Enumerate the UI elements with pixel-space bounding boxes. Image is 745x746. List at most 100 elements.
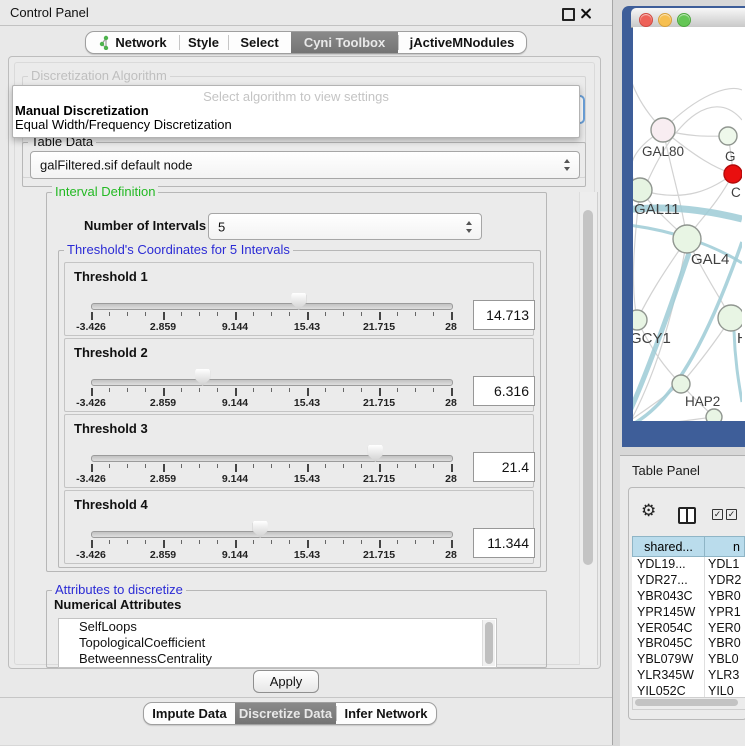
popup-option-manual-discretization[interactable]: Manual Discretization [15, 103, 149, 118]
node-gal4[interactable] [673, 225, 701, 253]
node-top-right[interactable] [719, 127, 737, 145]
tab-discretize-data[interactable]: Discretize Data [235, 703, 336, 724]
zoom-light[interactable] [677, 13, 691, 27]
number-of-intervals-combobox[interactable]: 5 [208, 213, 482, 240]
table-data-combobox[interactable]: galFiltered.sif default node [30, 151, 580, 179]
combo-stepper-icon [466, 221, 473, 233]
slider-track[interactable] [91, 455, 453, 462]
checkbox-icon[interactable]: ✓ [726, 509, 737, 520]
tick-label: -3.426 [76, 549, 106, 561]
node-right-h[interactable] [718, 305, 742, 331]
tab-label: Infer Network [344, 706, 427, 721]
slider-tick-labels: -3.4262.8599.14415.4321.71528 [91, 549, 451, 561]
tick-label: 15.43 [294, 397, 320, 409]
table-cell: YBR043C [632, 589, 705, 605]
threshold-panel-1: Threshold 1-3.4262.8599.14415.4321.71528… [64, 262, 534, 336]
network-canvas[interactable]: GAL80GCGAL11GAL4GCY1HHAP2 [633, 27, 745, 421]
split-columns-icon[interactable] [678, 507, 696, 524]
control-panel-window: Control Panel Network Style Select Cyni Too… [0, 0, 613, 745]
tick-label: 9.144 [222, 397, 248, 409]
table-row[interactable]: YBL079WYBL0 [632, 652, 745, 668]
table-row[interactable]: YBR043CYBR0 [632, 589, 745, 605]
network-window-titlebar[interactable] [631, 8, 745, 28]
node-label-hap2: HAP2 [685, 394, 720, 409]
node-selected-red[interactable] [724, 165, 742, 183]
column-header-name[interactable]: n [705, 536, 745, 557]
tab-cyni-toolbox[interactable]: Cyni Toolbox [291, 32, 398, 53]
table-scrollbar-thumb[interactable] [635, 699, 738, 706]
slider-track[interactable] [91, 303, 453, 310]
threshold-panel-2: Threshold 2-3.4262.8599.14415.4321.71528… [64, 338, 534, 412]
node-attribute-table: shared...n YDL19...YDL1YDR27...YDR2YBR04… [632, 536, 745, 697]
gear-icon[interactable]: ⚙ [641, 501, 656, 521]
table-cell: YLR3 [705, 668, 745, 684]
interval-definition-label: Interval Definition [52, 185, 158, 198]
tab-impute-data[interactable]: Impute Data [144, 703, 235, 724]
network-edge [663, 88, 742, 130]
bottom-tab-bar: Impute DataDiscretize Data Infer Network [143, 702, 437, 725]
table-row[interactable]: YIL052CYIL0 [632, 684, 745, 697]
list-scrollbar[interactable] [482, 620, 495, 666]
tab-select[interactable]: Select [228, 32, 291, 53]
tick-label: 9.144 [222, 321, 248, 333]
column-header-shared-name[interactable]: shared... [632, 536, 705, 557]
tab-network[interactable]: Network [86, 32, 179, 53]
table-row[interactable]: YDR27...YDR2 [632, 573, 745, 589]
panel-scrollbar-thumb[interactable] [583, 210, 593, 565]
minimize-light[interactable] [658, 13, 672, 27]
tab-label: jActiveMNodules [410, 35, 515, 50]
tab-style[interactable]: Style [179, 32, 228, 53]
tick-label: 15.43 [294, 321, 320, 333]
tick-label: 28 [445, 397, 457, 409]
tab-jactivemnodules[interactable]: jActiveMNodules [398, 32, 526, 53]
node-gal11[interactable] [633, 178, 652, 202]
tab-infer-network[interactable]: Infer Network [336, 703, 436, 724]
slider-track[interactable] [91, 531, 453, 538]
list-scrollbar-thumb[interactable] [485, 622, 493, 664]
close-icon[interactable] [581, 8, 592, 19]
slider-tick-labels: -3.4262.8599.14415.4321.71528 [91, 473, 451, 485]
table-row[interactable]: YLR345WYLR3 [632, 668, 745, 684]
attribute-list-item[interactable]: SelfLoops [59, 619, 496, 635]
tick-label: 2.859 [150, 397, 176, 409]
table-cell: YER054C [632, 621, 705, 637]
tick-label: 2.859 [150, 321, 176, 333]
window-title: Control Panel [10, 5, 89, 20]
popup-option-equal-width-frequency[interactable]: Equal Width/Frequency Discretization [15, 117, 232, 132]
table-row[interactable]: YER054CYER0 [632, 621, 745, 637]
table-cell: YBL079W [632, 652, 705, 668]
attribute-list-item[interactable]: BetweennessCentrality [59, 651, 496, 667]
node-bottom[interactable] [706, 409, 722, 421]
apply-button[interactable]: Apply [253, 670, 319, 693]
threshold-value-field[interactable]: 21.4 [473, 452, 535, 482]
network-edge [640, 174, 733, 195]
network-graph: GAL80GCGAL11GAL4GCY1HHAP2 [633, 27, 742, 421]
attribute-list-item[interactable]: TopologicalCoefficient [59, 635, 496, 651]
slider-track[interactable] [91, 379, 453, 386]
node-hap2[interactable] [672, 375, 690, 393]
table-cell: YBR045C [632, 636, 705, 652]
network-icon [98, 35, 111, 50]
table-horizontal-scrollbar[interactable] [632, 697, 745, 710]
table-row[interactable]: YDL19...YDL1 [632, 557, 745, 573]
tab-label: Cyni Toolbox [304, 35, 385, 50]
checkbox-icon[interactable]: ✓ [712, 509, 723, 520]
threshold-value-field[interactable]: 11.344 [473, 528, 535, 558]
slider-tick-labels: -3.4262.8599.14415.4321.71528 [91, 397, 451, 409]
tick-label: 28 [445, 549, 457, 561]
table-cell: YER0 [705, 621, 745, 637]
tick-label: 28 [445, 473, 457, 485]
node-gal80[interactable] [651, 118, 675, 142]
threshold-value-field[interactable]: 6.316 [473, 376, 535, 406]
tab-label: Style [188, 35, 219, 50]
table-row[interactable]: YBR045CYBR0 [632, 636, 745, 652]
threshold-value-field[interactable]: 14.713 [473, 300, 535, 330]
close-light[interactable] [639, 13, 653, 27]
tab-label: Network [115, 35, 166, 50]
float-window-icon[interactable] [562, 8, 575, 21]
panel-scrollbar[interactable] [579, 192, 598, 665]
numerical-attributes-list[interactable]: SelfLoopsTopologicalCoefficientBetweenne… [58, 618, 497, 668]
threshold-label: Threshold 1 [74, 269, 148, 284]
table-row[interactable]: YPR145WYPR1 [632, 605, 745, 621]
node-gcy1[interactable] [633, 310, 647, 330]
